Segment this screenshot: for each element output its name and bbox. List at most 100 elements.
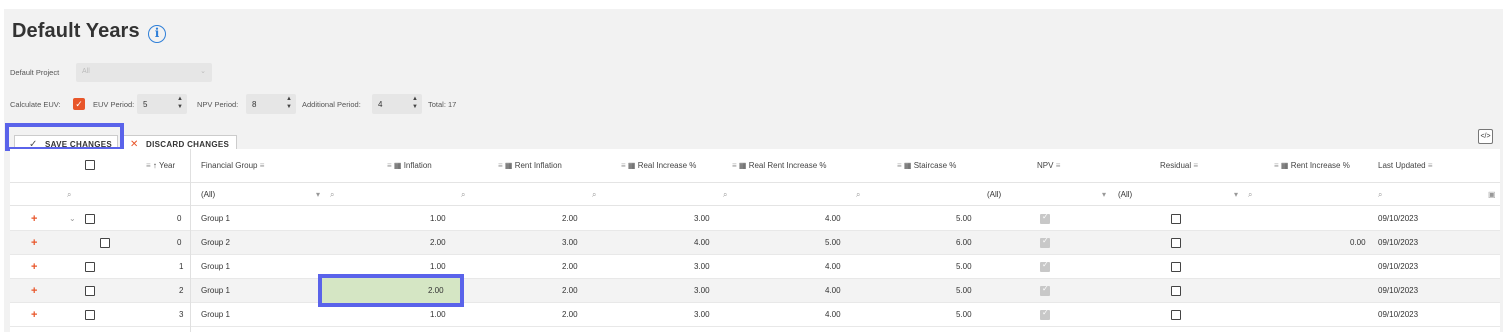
row-checkbox[interactable] [100, 238, 110, 248]
staircase-cell[interactable]: 5.00 [956, 279, 972, 302]
filter-icon[interactable]: ≡ [897, 161, 902, 170]
search-icon[interactable]: ⌕ [856, 183, 860, 205]
table-row[interactable]: + 1 Group 1 1.00 2.00 3.00 4.00 5.00 09/… [10, 255, 1500, 279]
filter-icon[interactable]: ≡ [260, 161, 265, 170]
rent-inflation-cell[interactable]: 2.00 [562, 279, 578, 302]
staircase-cell[interactable]: 5.00 [956, 303, 972, 326]
real-rent-increase-cell[interactable]: 4.00 [825, 255, 841, 278]
npv-filter[interactable]: (All) [987, 183, 1001, 205]
filter-icon[interactable]: ≡ [732, 161, 737, 170]
real-increase-cell[interactable]: 3.00 [694, 303, 710, 326]
info-icon[interactable]: i [148, 25, 166, 43]
staircase-header[interactable]: ≡ ▦ Staircase % [897, 149, 956, 183]
chevron-down-icon[interactable]: ▾ [1102, 183, 1106, 205]
add-row-icon[interactable]: + [31, 231, 37, 254]
real-rent-increase-cell[interactable]: 5.00 [825, 231, 841, 254]
financial-group-cell[interactable]: Group 1 [201, 279, 230, 302]
filter-icon[interactable]: ≡ [498, 161, 503, 170]
table-row[interactable]: + ⌄ 0 Group 1 1.00 2.00 3.00 4.00 5.00 0… [10, 207, 1500, 231]
stepper-arrows-icon[interactable]: ▲ ▼ [286, 95, 292, 111]
chevron-down-icon[interactable]: ▾ [316, 183, 320, 205]
financial-group-cell[interactable]: Group 1 [201, 207, 230, 230]
table-row[interactable]: + 2 Group 1 2.00 2.00 3.00 4.00 5.00 09/… [10, 274, 1500, 307]
inflation-cell[interactable]: 1.00 [430, 303, 446, 326]
inflation-cell[interactable]: 1.00 [430, 207, 446, 230]
real-rent-increase-cell[interactable]: 4.00 [825, 207, 841, 230]
row-checkbox[interactable] [85, 310, 95, 320]
residual-checkbox[interactable] [1171, 214, 1181, 224]
year-cell[interactable]: 0 [177, 207, 181, 230]
residual-checkbox[interactable] [1171, 262, 1181, 272]
real-increase-cell[interactable]: 3.00 [694, 255, 710, 278]
residual-header[interactable]: Residual ≡ [1160, 149, 1198, 183]
chevron-down-icon[interactable]: ▾ [1234, 183, 1238, 205]
year-cell[interactable]: 1 [179, 255, 183, 278]
stepper-arrows-icon[interactable]: ▲ ▼ [412, 95, 418, 111]
rent-inflation-cell[interactable]: 2.00 [562, 303, 578, 326]
add-row-icon[interactable]: + [31, 255, 37, 278]
add-row-icon[interactable]: + [31, 303, 37, 326]
financial-group-cell[interactable]: Group 1 [201, 303, 230, 326]
rent-inflation-cell[interactable]: 2.00 [562, 255, 578, 278]
residual-checkbox[interactable] [1171, 238, 1181, 248]
row-checkbox[interactable] [85, 286, 95, 296]
search-icon[interactable]: ⌕ [1378, 183, 1382, 205]
rent-inflation-cell[interactable]: 2.00 [562, 207, 578, 230]
real-increase-cell[interactable]: 3.00 [694, 207, 710, 230]
add-row-icon[interactable]: + [31, 207, 37, 230]
search-icon[interactable]: ⌕ [723, 183, 727, 205]
staircase-cell[interactable]: 6.00 [956, 231, 972, 254]
year-cell[interactable]: 3 [179, 303, 183, 326]
rent-increase-cell[interactable]: 0.00 [1350, 231, 1366, 254]
real-rent-increase-header[interactable]: ≡ ▦ Real Rent Increase % [732, 149, 827, 183]
search-icon[interactable]: ⌕ [330, 183, 334, 205]
rent-increase-header[interactable]: ≡ ▦ Rent Increase % [1274, 149, 1350, 183]
rent-inflation-cell[interactable]: 3.00 [562, 231, 578, 254]
real-increase-cell[interactable]: 4.00 [694, 231, 710, 254]
row-checkbox[interactable] [85, 214, 95, 224]
select-all-checkbox[interactable] [85, 160, 95, 170]
residual-checkbox[interactable] [1171, 286, 1181, 296]
filter-icon[interactable]: ≡ [387, 161, 392, 170]
chevron-down-icon[interactable]: ⌄ [69, 207, 76, 230]
search-icon[interactable]: ⌕ [1248, 183, 1252, 205]
npv-period-stepper[interactable]: 8 ▲ ▼ [246, 94, 296, 114]
financial-group-cell[interactable]: Group 2 [201, 231, 230, 254]
residual-checkbox[interactable] [1171, 310, 1181, 320]
npv-header[interactable]: NPV ≡ [1037, 149, 1060, 183]
staircase-cell[interactable]: 5.00 [956, 207, 972, 230]
row-checkbox[interactable] [85, 262, 95, 272]
euv-period-stepper[interactable]: 5 ▲ ▼ [137, 94, 187, 114]
inflation-cell[interactable]: 2.00 [430, 231, 446, 254]
last-updated-header[interactable]: Last Updated ≡ [1378, 149, 1433, 183]
filter-icon[interactable]: ≡ [146, 161, 151, 170]
staircase-cell[interactable]: 5.00 [956, 255, 972, 278]
filter-icon[interactable]: ≡ [1428, 161, 1433, 170]
residual-filter[interactable]: (All) [1118, 183, 1132, 205]
additional-period-stepper[interactable]: 4 ▲ ▼ [372, 94, 422, 114]
real-increase-header[interactable]: ≡ ▦ Real Increase % [621, 149, 696, 183]
rent-inflation-header[interactable]: ≡ ▦ Rent Inflation [498, 149, 562, 183]
real-increase-cell[interactable]: 3.00 [694, 279, 710, 302]
add-row-icon[interactable]: + [31, 279, 37, 302]
table-row[interactable]: + 3 Group 1 1.00 2.00 3.00 4.00 5.00 09/… [10, 303, 1500, 327]
stepper-arrows-icon[interactable]: ▲ ▼ [177, 95, 183, 111]
table-row[interactable]: + 0 Group 2 2.00 3.00 4.00 5.00 6.00 0.0… [10, 231, 1500, 255]
filter-icon[interactable]: ≡ [1193, 161, 1198, 170]
year-cell[interactable]: 2 [179, 279, 183, 302]
year-header[interactable]: ≡ ↑ Year [146, 149, 175, 183]
inflation-header[interactable]: ≡ ▦ Inflation [387, 149, 432, 183]
financial-group-cell[interactable]: Group 1 [201, 255, 230, 278]
calculate-euv-checkbox[interactable]: ✓ [73, 98, 85, 110]
real-rent-increase-cell[interactable]: 4.00 [825, 279, 841, 302]
inflation-cell[interactable]: 2.00 [428, 278, 444, 303]
real-rent-increase-cell[interactable]: 4.00 [825, 303, 841, 326]
financial-group-header[interactable]: Financial Group ≡ [201, 149, 264, 183]
year-cell[interactable]: 0 [177, 231, 181, 254]
filter-icon[interactable]: ≡ [621, 161, 626, 170]
default-project-select[interactable]: All ⌄ [76, 63, 212, 82]
search-icon[interactable]: ⌕ [67, 183, 71, 205]
financial-group-filter[interactable]: (All) [201, 183, 215, 205]
search-icon[interactable]: ⌕ [592, 183, 596, 205]
filter-icon[interactable]: ≡ [1056, 161, 1061, 170]
